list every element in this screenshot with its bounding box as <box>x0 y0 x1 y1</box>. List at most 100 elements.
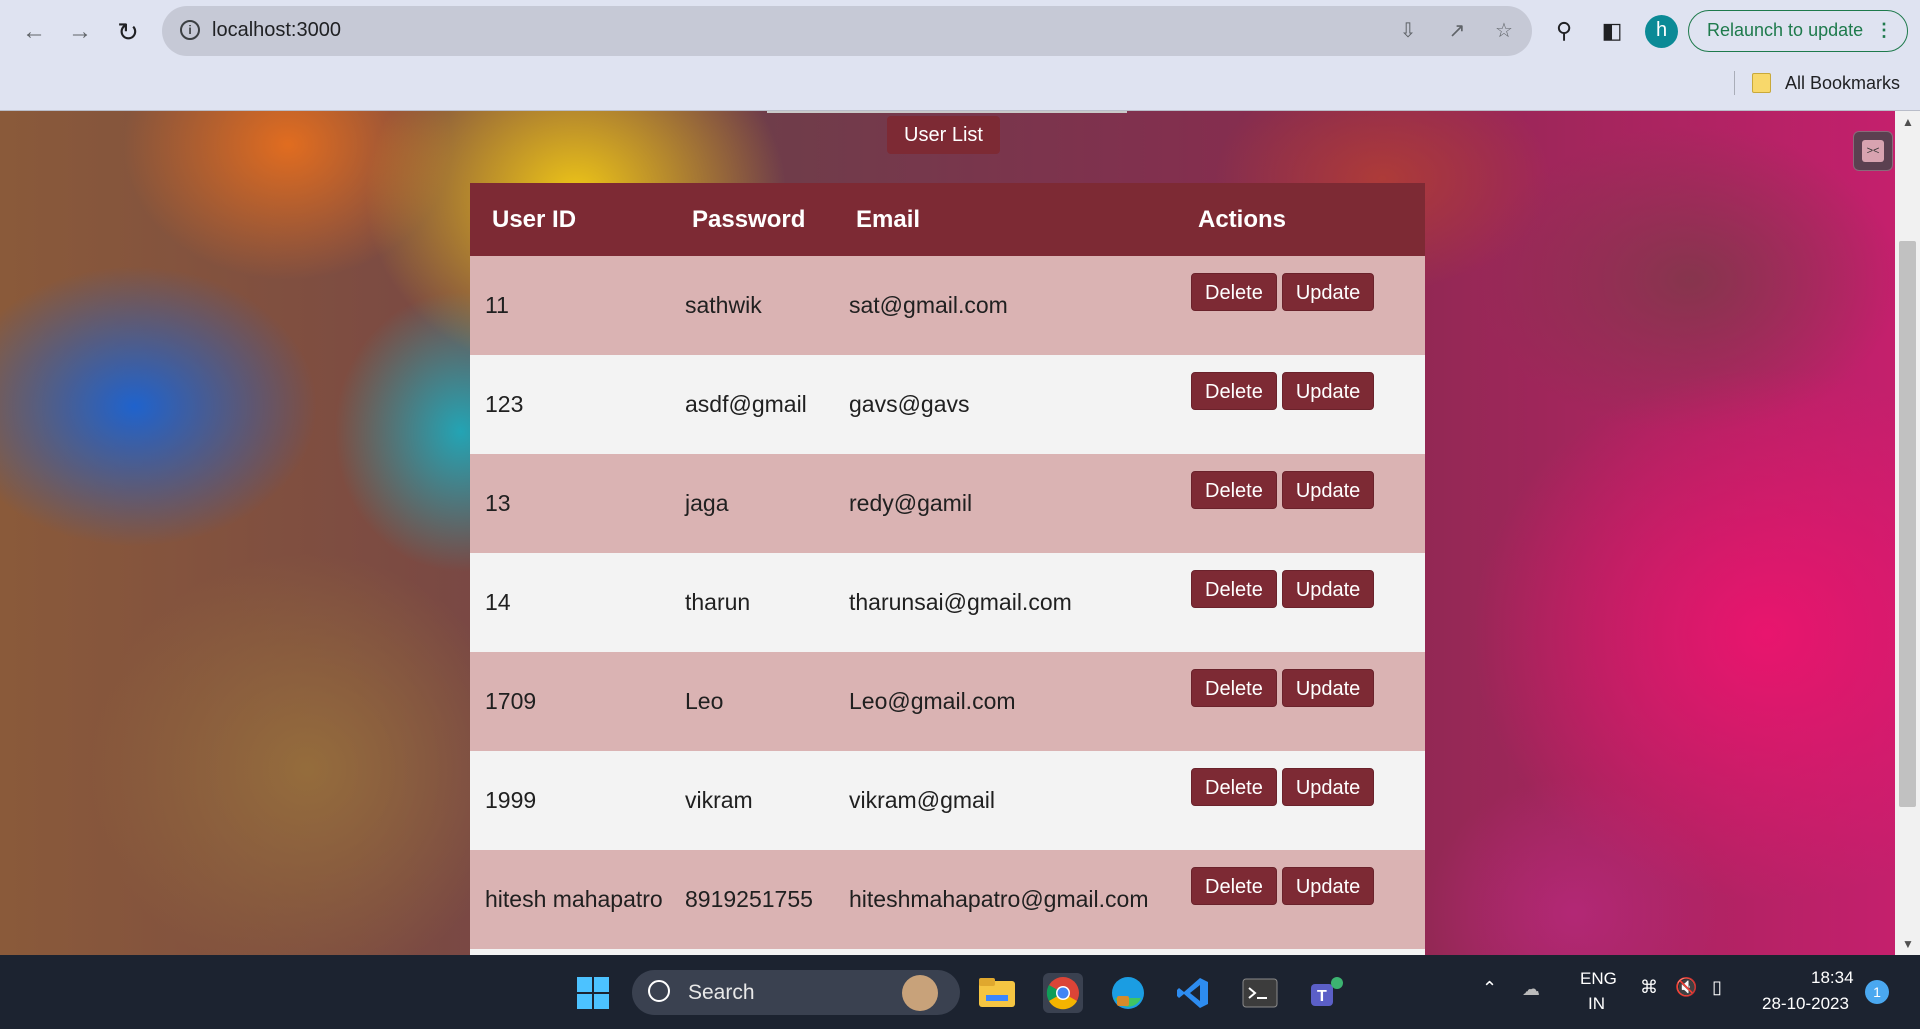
cell-user-id: 1709 <box>470 652 685 751</box>
delete-button[interactable]: Delete <box>1191 867 1277 905</box>
cell-password: asdf@gmail <box>685 355 849 454</box>
update-button[interactable]: Update <box>1281 867 1375 905</box>
svg-text:T: T <box>1317 988 1327 1005</box>
cell-actions: Delete Update <box>1191 256 1425 355</box>
table-header-row: User ID Password Email Actions <box>470 183 1425 256</box>
delete-button[interactable]: Delete <box>1191 570 1277 608</box>
back-icon[interactable]: ← <box>16 14 52 50</box>
cell-email: sat@gmail.com <box>849 256 1191 355</box>
cell-actions: Delete Update <box>1191 355 1425 454</box>
page-title: User List <box>887 116 1000 154</box>
clock-time[interactable]: 18:34 <box>1811 968 1854 988</box>
site-info-icon[interactable]: i <box>180 20 200 40</box>
side-panel-icon[interactable]: ◧ <box>1596 15 1628 47</box>
table-row: 14 tharun tharunsai@gmail.com Delete Upda… <box>470 553 1425 652</box>
edge-icon[interactable] <box>1108 973 1148 1013</box>
cell-actions: Delete Update <box>1191 454 1425 553</box>
update-button[interactable]: Update <box>1281 669 1375 707</box>
cell-user-id: hitesh mahapatro <box>470 850 685 949</box>
table-row: hitesh mahapatro 8919251755 hiteshmahapa… <box>470 850 1425 949</box>
page-scrollbar[interactable]: ▲ ▼ <box>1895 111 1920 955</box>
onedrive-icon[interactable]: ☁ <box>1522 979 1540 1000</box>
search-label: Search <box>688 981 755 1004</box>
region-indicator[interactable]: IN <box>1588 994 1605 1014</box>
language-indicator[interactable]: ENG <box>1580 969 1617 989</box>
cell-email: vikram@gmail <box>849 751 1191 850</box>
update-button[interactable]: Update <box>1281 768 1375 806</box>
profile-avatar[interactable]: h <box>1645 15 1678 48</box>
chrome-icon[interactable] <box>1043 973 1083 1013</box>
delete-button[interactable]: Delete <box>1191 768 1277 806</box>
table-row: 1999 vikram vikram@gmail Delete Update <box>470 751 1425 850</box>
relaunch-label: Relaunch to update <box>1707 20 1864 40</box>
bookmark-star-icon[interactable]: ☆ <box>1492 19 1516 43</box>
cell-actions: Delete Update <box>1191 850 1425 949</box>
scrollbar-thumb[interactable] <box>1899 241 1916 807</box>
user-table: User ID Password Email Actions 11 sathwi… <box>470 183 1425 955</box>
delete-button[interactable]: Delete <box>1191 372 1277 410</box>
all-bookmarks-link[interactable]: All Bookmarks <box>1785 73 1900 94</box>
start-icon[interactable] <box>573 973 613 1013</box>
column-header-actions: Actions <box>1191 183 1425 256</box>
cell-email: redy@gamil <box>849 454 1191 553</box>
clock-date[interactable]: 28-10-2023 <box>1762 994 1849 1014</box>
notification-badge[interactable]: 1 <box>1865 980 1889 1004</box>
search-highlight-icon <box>902 975 938 1011</box>
column-header-email: Email <box>849 183 1191 256</box>
cell-user-id: 13 <box>470 454 685 553</box>
cell-user-id: 1999 <box>470 751 685 850</box>
table-row: 11 sathwik sat@gmail.com Delete Update <box>470 256 1425 355</box>
cell-password: Leo <box>685 652 849 751</box>
wifi-icon[interactable]: ⌘ <box>1640 977 1658 998</box>
share-icon[interactable]: ↗ <box>1445 19 1469 43</box>
cell-actions: Delete Update <box>1191 553 1425 652</box>
cell-password: jaga <box>685 454 849 553</box>
relaunch-button[interactable]: Relaunch to update ⋮ <box>1688 10 1908 52</box>
cell-password: sathwik <box>685 256 849 355</box>
page-viewport: User List User ID Password Email Actions… <box>0 111 1920 955</box>
cell-actions: Delete Update <box>1191 652 1425 751</box>
folder-icon[interactable] <box>1752 73 1771 93</box>
address-bar[interactable]: i localhost:3000 ⇩ ↗ ☆ <box>162 6 1532 56</box>
scroll-up-icon[interactable]: ▲ <box>1902 115 1914 129</box>
column-header-password: Password <box>685 183 849 256</box>
table-row: 123 asdf@gmail gavs@gavs Delete Update <box>470 355 1425 454</box>
teams-icon[interactable]: T <box>1306 973 1346 1013</box>
table-row: 13 jaga redy@gamil Delete Update <box>470 454 1425 553</box>
extension-face-icon: >< <box>1862 140 1884 162</box>
cell-user-id: 14 <box>470 553 685 652</box>
taskbar-search[interactable]: Search <box>632 970 960 1015</box>
cell-email: Leo@gmail.com <box>849 652 1191 751</box>
delete-button[interactable]: Delete <box>1191 273 1277 311</box>
extensions-icon[interactable]: ⚲ <box>1548 15 1580 47</box>
bookmarks-separator <box>1734 71 1735 95</box>
volume-muted-icon[interactable]: 🔇 <box>1675 977 1697 998</box>
update-button[interactable]: Update <box>1281 570 1375 608</box>
top-divider <box>767 111 1127 113</box>
update-button[interactable]: Update <box>1281 273 1375 311</box>
cell-user-id: 11 <box>470 256 685 355</box>
cell-password: 8919251755 <box>685 850 849 949</box>
update-button[interactable]: Update <box>1281 372 1375 410</box>
delete-button[interactable]: Delete <box>1191 669 1277 707</box>
cell-user-id: 123 <box>470 355 685 454</box>
menu-dots-icon[interactable]: ⋮ <box>1875 11 1893 50</box>
terminal-icon[interactable] <box>1240 973 1280 1013</box>
install-app-icon[interactable]: ⇩ <box>1396 19 1420 43</box>
search-icon <box>648 980 670 1002</box>
reload-icon[interactable]: ↻ <box>110 14 146 50</box>
scroll-down-icon[interactable]: ▼ <box>1902 937 1914 951</box>
file-explorer-icon[interactable] <box>977 973 1017 1013</box>
windows-taskbar: Search T ⌃ ☁ ENG IN ⌘ 🔇 ▯ 18:34 28-10-20… <box>0 955 1920 1029</box>
battery-icon[interactable]: ▯ <box>1712 977 1722 998</box>
forward-icon[interactable]: → <box>62 14 98 50</box>
tray-overflow-icon[interactable]: ⌃ <box>1482 978 1497 999</box>
update-button[interactable]: Update <box>1281 471 1375 509</box>
vscode-icon[interactable] <box>1173 973 1213 1013</box>
delete-button[interactable]: Delete <box>1191 471 1277 509</box>
table-row: 1709 Leo Leo@gmail.com Delete Update <box>470 652 1425 751</box>
cell-password: tharun <box>685 553 849 652</box>
cell-email: hiteshmahapatro@gmail.com <box>849 850 1191 949</box>
url-text[interactable]: localhost:3000 <box>212 19 341 42</box>
floating-extension-icon[interactable]: >< <box>1853 131 1893 171</box>
